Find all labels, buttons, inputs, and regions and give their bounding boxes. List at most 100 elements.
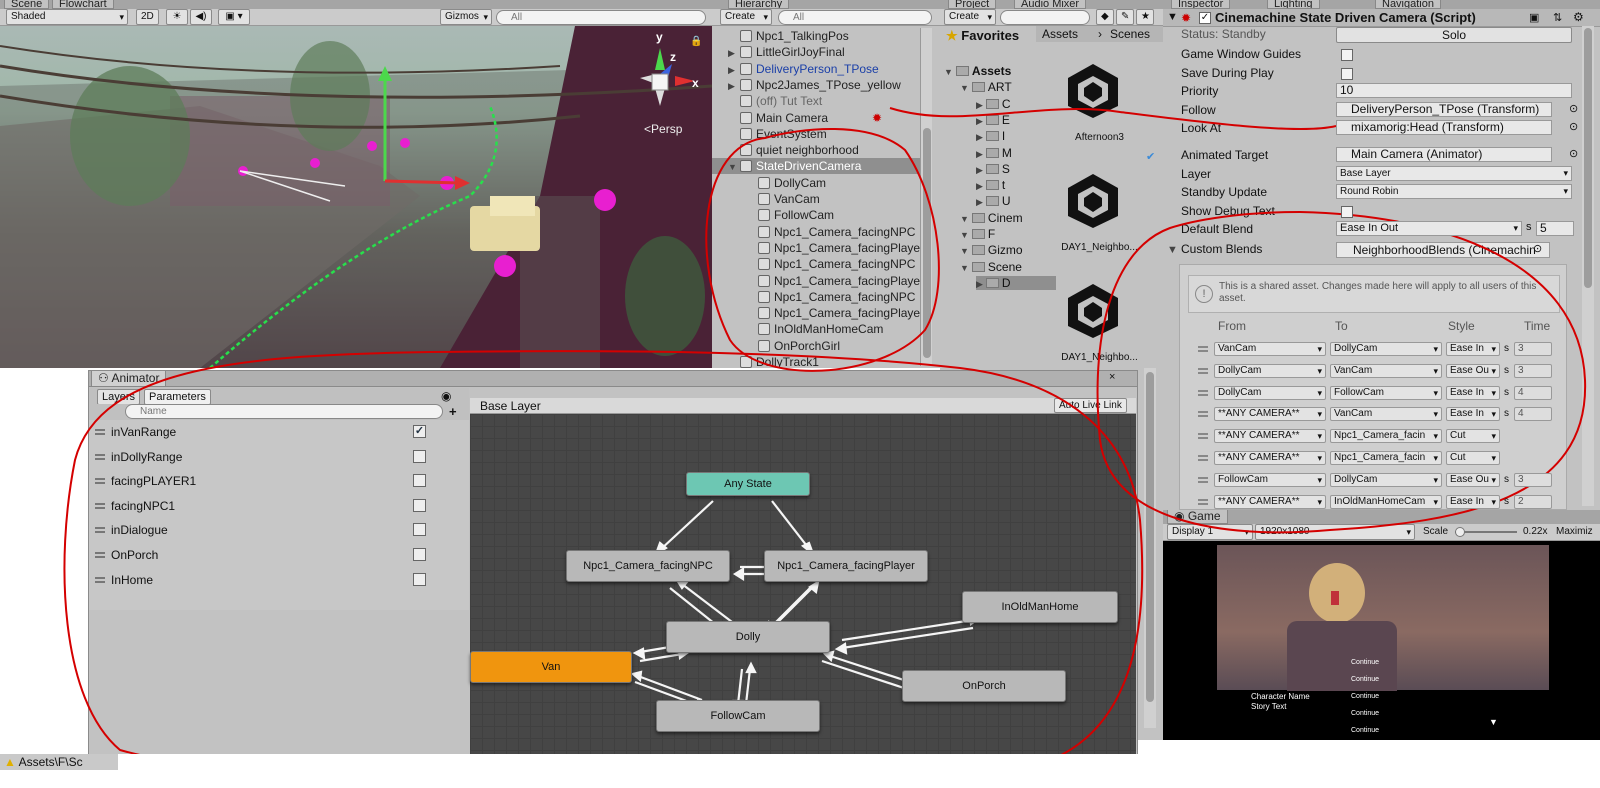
drag-handle-icon[interactable] — [1198, 498, 1208, 505]
visibility-eye-icon[interactable]: ◉ — [441, 389, 451, 403]
gizmos-dropdown[interactable]: Gizmos — [440, 9, 492, 25]
effects-toggle-icon[interactable]: ▣ ▾ — [218, 9, 250, 25]
tab-inspector[interactable]: Inspector — [1171, 0, 1231, 9]
project-folder-item[interactable]: ▼ F — [960, 227, 995, 241]
filter-label-icon[interactable]: ✎ — [1116, 9, 1134, 25]
favorites-item[interactable]: ★ Favorites — [946, 28, 1019, 44]
drag-handle-icon[interactable] — [1198, 455, 1208, 461]
parameter-checkbox[interactable] — [413, 498, 426, 512]
blend-style-dropdown[interactable]: Ease In — [1446, 407, 1500, 422]
blend-from-dropdown[interactable]: **ANY CAMERA** — [1214, 451, 1326, 465]
dialogue-continue-option[interactable]: Continue — [1351, 710, 1379, 717]
drag-handle-icon[interactable] — [1198, 367, 1208, 374]
blend-from-dropdown[interactable]: VanCam — [1214, 342, 1326, 356]
drag-handle-icon[interactable] — [95, 453, 105, 460]
state-node-state[interactable]: Npc1_Camera_facingPlayer — [764, 550, 928, 582]
blend-to-dropdown[interactable]: Npc1_Camera_facin — [1330, 429, 1442, 444]
blend-from-dropdown[interactable]: **ANY CAMERA** — [1214, 494, 1326, 509]
dialogue-continue-option[interactable]: Continue — [1351, 659, 1379, 666]
breadcrumb-scenes[interactable]: Scenes — [1110, 26, 1150, 42]
blend-from-dropdown[interactable]: **ANY CAMERA** — [1214, 429, 1326, 444]
tab-lighting[interactable]: Lighting — [1267, 0, 1320, 9]
breadcrumb-assets[interactable]: Assets — [1042, 26, 1078, 42]
inspector-scrollbar[interactable] — [1582, 26, 1594, 506]
default-blend-time[interactable]: 5 — [1536, 221, 1574, 237]
blend-style-dropdown[interactable]: Ease Ou — [1446, 363, 1500, 378]
folder-expand-arrow-icon[interactable]: ▶ — [976, 197, 983, 207]
tab-animator[interactable]: ⚇ Animator — [91, 371, 167, 387]
hierarchy-row[interactable]: (off) Tut Text — [712, 93, 922, 109]
object-picker-icon[interactable]: ⊙ — [1569, 147, 1578, 160]
drag-handle-icon[interactable] — [1198, 346, 1208, 352]
project-folder-item[interactable]: ▶ t — [976, 178, 1005, 192]
folder-expand-arrow-icon[interactable]: ▶ — [976, 100, 983, 110]
blend-to-dropdown[interactable]: DollyCam — [1330, 342, 1442, 356]
state-machine-graph[interactable]: Any State Npc1_Camera_facingNPC Npc1_Camer… — [470, 414, 1136, 756]
hierarchy-row[interactable]: VanCam — [712, 191, 922, 207]
blend-style-dropdown[interactable]: Cut — [1446, 429, 1500, 444]
folder-expand-arrow-icon[interactable]: ▼ — [960, 230, 969, 240]
blend-time-field[interactable]: 2 — [1514, 494, 1552, 509]
inspector-field-text[interactable]: 10 — [1336, 83, 1572, 99]
shading-dropdown[interactable]: Shaded — [6, 9, 128, 25]
dialogue-continue-option[interactable]: Continue — [1351, 693, 1379, 700]
hierarchy-row[interactable]: Npc1_Camera_facingNPC — [712, 256, 922, 272]
state-node-state[interactable]: FollowCam — [656, 700, 820, 732]
tab-hierarchy[interactable]: Hierarchy — [728, 0, 790, 9]
add-parameter-icon[interactable]: + — [449, 404, 457, 419]
blend-to-dropdown[interactable]: FollowCam — [1330, 385, 1442, 400]
hierarchy-scrollbar[interactable] — [920, 28, 932, 366]
blend-from-dropdown[interactable]: DollyCam — [1214, 363, 1326, 378]
drag-handle-icon[interactable] — [95, 552, 105, 558]
expand-arrow-icon[interactable]: ▶ — [728, 62, 740, 77]
folder-expand-arrow-icon[interactable]: ▶ — [976, 116, 983, 126]
hierarchy-row[interactable]: FollowCam — [712, 207, 922, 223]
lighting-toggle-icon[interactable]: ☀ — [166, 9, 188, 25]
project-folder-item[interactable]: ▼ Cinem — [960, 211, 1023, 225]
parameter-checkbox[interactable] — [413, 474, 426, 488]
hierarchy-row[interactable]: ▶ LittleGirlJoyFinal — [712, 44, 922, 60]
blend-to-dropdown[interactable]: VanCam — [1330, 363, 1442, 378]
layer-breadcrumb[interactable]: Base Layer — [480, 399, 541, 413]
hierarchy-row[interactable]: Npc1_TalkingPos — [712, 28, 922, 44]
drag-handle-icon[interactable] — [95, 576, 105, 583]
mode-2d-button[interactable]: 2D — [136, 9, 159, 25]
blend-to-dropdown[interactable]: DollyCam — [1330, 472, 1442, 487]
hierarchy-row[interactable]: DollyCam — [712, 175, 922, 191]
audio-toggle-icon[interactable]: ◀) — [190, 9, 212, 25]
dialogue-continue-option[interactable]: Continue — [1351, 676, 1379, 683]
object-picker-icon[interactable]: ⊙ — [1569, 120, 1578, 133]
parameter-row[interactable]: InHome — [89, 568, 469, 592]
game-viewport[interactable]: Character Name Story Text ▼ Continue Cont… — [1163, 541, 1600, 740]
blend-time-field[interactable]: 3 — [1514, 342, 1552, 356]
blend-time-field[interactable]: 3 — [1514, 363, 1552, 378]
state-node-default[interactable]: Van — [470, 651, 632, 683]
parameter-checkbox[interactable] — [413, 449, 426, 463]
blend-style-dropdown[interactable]: Ease In — [1446, 494, 1500, 509]
blend-style-dropdown[interactable]: Ease In — [1446, 342, 1500, 356]
display-dropdown[interactable]: Display 1 — [1167, 524, 1253, 540]
project-folder-item[interactable]: ▶ E — [976, 113, 1010, 127]
project-folder-item[interactable]: ▼ Assets — [944, 64, 1011, 78]
tab-project[interactable]: Project — [948, 0, 997, 9]
hierarchy-row[interactable]: InOldManHomeCam — [712, 321, 922, 337]
hierarchy-row[interactable]: ▶ DeliveryPerson_TPose — [712, 61, 922, 77]
blend-to-dropdown[interactable]: InOldManHomeCam — [1330, 494, 1442, 509]
expand-arrow-icon[interactable]: ▶ — [728, 78, 740, 93]
expand-arrow-icon[interactable]: ▼ — [728, 159, 740, 174]
blend-from-dropdown[interactable]: FollowCam — [1214, 472, 1326, 487]
parameter-row[interactable]: OnPorch — [89, 543, 469, 567]
asset-tile[interactable]: Afternoon3 — [1036, 44, 1163, 149]
inspector-checkbox[interactable] — [1341, 205, 1353, 218]
projection-label[interactable]: <Persp — [644, 122, 682, 136]
parameter-row[interactable]: facingNPC1 — [89, 494, 469, 518]
folder-expand-arrow-icon[interactable]: ▶ — [976, 149, 983, 159]
drag-handle-icon[interactable] — [95, 527, 105, 534]
custom-blends-foldout-icon[interactable]: ▼ — [1167, 244, 1178, 256]
inspector-checkbox[interactable] — [1341, 67, 1353, 80]
asset-tile[interactable]: DAY1_Neighbo... — [1036, 264, 1163, 368]
hierarchy-row[interactable]: EventSystem — [712, 126, 922, 142]
project-folder-item[interactable]: ▼ ART — [960, 80, 1012, 94]
project-create-button[interactable]: Create — [944, 9, 996, 25]
state-node-state[interactable]: InOldManHome — [962, 591, 1118, 623]
